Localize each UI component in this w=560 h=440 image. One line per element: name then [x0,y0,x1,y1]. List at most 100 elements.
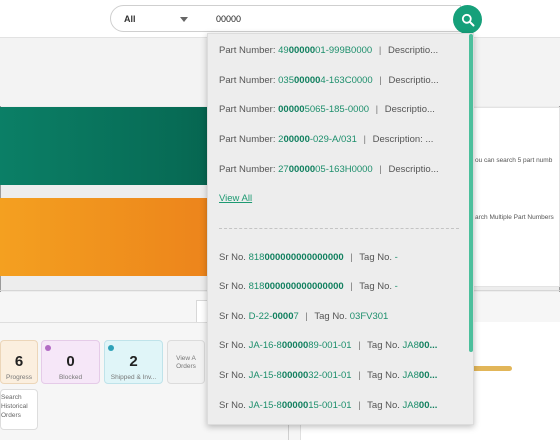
blocked-dot-icon [45,345,51,351]
search-icon [461,13,474,26]
serial-match: 00000 [281,370,309,381]
shipped-dot-icon [108,345,114,351]
description-label: Descriptio... [387,45,439,56]
status-card-in-progress[interactable]: 6 Progress [0,340,38,384]
suggestion-serial[interactable]: Sr No. JA-15-80000032-001-01 | Tag No. J… [219,370,465,381]
separator: | [363,134,366,145]
separator: | [358,340,361,351]
serial-suffix: 32-001-01 [308,370,352,381]
description-label: Descriptio... [388,75,439,86]
serial-number-label: Sr No. [219,340,246,351]
serial-number-label: Sr No. [219,370,246,381]
suggestion-serial[interactable]: Sr No. JA-15-80000015-001-01 | Tag No. J… [219,400,465,411]
suggestion-serial[interactable]: Sr No. JA-16-80000089-001-01 | Tag No. J… [219,340,465,351]
suggestion-serial[interactable]: Sr No. D-22-00007 | Tag No. 03FV301 [219,311,465,322]
separator: | [350,252,353,263]
part-number-match: 00000 [278,104,305,115]
shipped-count: 2 [129,353,138,370]
search-historical-orders-card[interactable]: Search Historical Orders [0,389,38,430]
view-all-orders-label-2: Orders [176,363,196,370]
serial-match: 00000 [281,340,309,351]
serial-suffix: 7 [293,311,299,322]
view-all-orders-card[interactable]: View A Orders [167,340,205,384]
tag-number-label: Tag No. [359,281,393,292]
suggestion-serial[interactable]: Sr No. 818000000000000000 | Tag No. - [219,281,465,292]
description-label: Descriptio... [384,104,435,115]
tag-value: - [394,252,398,263]
suggestion-part[interactable]: Part Number: 270000005-163H0000 | Descri… [219,164,465,175]
serial-prefix: 818 [248,281,265,292]
in-progress-label: Progress [5,374,32,381]
tag-match: 00... [418,370,438,381]
separator: | [350,281,353,292]
separator: | [379,164,382,175]
tag-match: 00... [418,400,438,411]
tag-value: JA8 [402,400,419,411]
serial-match: 0000 [272,311,294,322]
serial-number-label: Sr No. [219,252,246,263]
search-input[interactable] [199,6,460,31]
blocked-label: Blocked [58,374,83,381]
serial-prefix: JA-15-8 [248,370,282,381]
suggestion-part[interactable]: Part Number: 000005065-185-0000 | Descri… [219,104,465,115]
suggestion-part[interactable]: Part Number: 200000-029-A/031 | Descript… [219,134,465,145]
separator: | [375,104,379,115]
separator: | [358,370,361,381]
search-multiple-parts-link[interactable]: arch Multiple Part Numbers [475,214,554,221]
search-help-panel: ou can search 5 part numb arch Multiple … [470,107,560,287]
part-number-prefix: 27 [278,164,289,175]
description-label: Description: ... [372,134,434,145]
tag-number-label: Tag No. [367,340,400,351]
part-number-label: Part Number: [219,134,276,145]
search-button[interactable] [453,5,482,34]
serial-match: 000000000000000 [264,252,344,263]
part-number-label: Part Number: [219,75,276,86]
suggestion-part[interactable]: Part Number: 035000004-163C0000 | Descri… [219,75,465,86]
separator: | [358,400,361,411]
tag-value: JA8 [402,340,419,351]
status-card-blocked[interactable]: 0 Blocked [41,340,100,384]
serial-prefix: 818 [248,252,265,263]
part-number-suffix: 4-163C0000 [320,75,373,86]
part-number-prefix: 035 [278,75,294,86]
description-label: Descriptio... [388,164,439,175]
suggestion-part[interactable]: Part Number: 490000001-999B0000 | Descri… [219,45,465,56]
historical-label-1: Search [1,394,22,401]
historical-label-3: Orders [1,412,21,419]
part-number-suffix: 05-163H0000 [315,164,373,175]
view-all-orders-label-1: View A [176,355,196,362]
search-scope-value: All [124,13,136,24]
search-scope-dropdown[interactable]: All [110,5,200,32]
serial-prefix: D-22- [248,311,273,322]
view-all-parts-link[interactable]: View All [219,193,252,204]
dropdown-scrollbar[interactable] [469,34,473,352]
dropdown-divider [219,228,459,229]
part-number-match: 00000 [294,75,321,86]
search-suggestions-dropdown: Part Number: 490000001-999B0000 | Descri… [207,33,474,425]
suggestion-serial[interactable]: Sr No. 818000000000000000 | Tag No. - [219,252,465,263]
serial-number-label: Sr No. [219,281,246,292]
part-number-label: Part Number: [219,45,276,56]
separator: | [378,45,382,56]
part-number-label: Part Number: [219,104,276,115]
serial-number-label: Sr No. [219,311,246,322]
serial-prefix: JA-16-8 [248,340,282,351]
tag-number-label: Tag No. [367,400,400,411]
serial-match: 00000 [281,400,309,411]
serial-match: 000000000000000 [264,281,344,292]
tag-number-label: Tag No. [359,252,393,263]
tag-value: JA8 [402,370,419,381]
serial-prefix: JA-15-8 [248,400,282,411]
separator: | [305,311,308,322]
serial-suffix: 89-001-01 [308,340,352,351]
status-card-shipped[interactable]: 2 Shipped & Inv... [104,340,163,384]
search-field[interactable] [199,5,461,32]
part-number-prefix: 49 [278,45,289,56]
tag-value: 03FV301 [349,311,389,322]
historical-label-2: Historical [1,403,28,410]
part-number-match: 00000 [283,134,310,145]
shipped-label: Shipped & Inv... [110,374,157,381]
tag-number-label: Tag No. [367,370,400,381]
chevron-down-icon [180,17,188,22]
part-number-match: 00000 [288,164,316,175]
